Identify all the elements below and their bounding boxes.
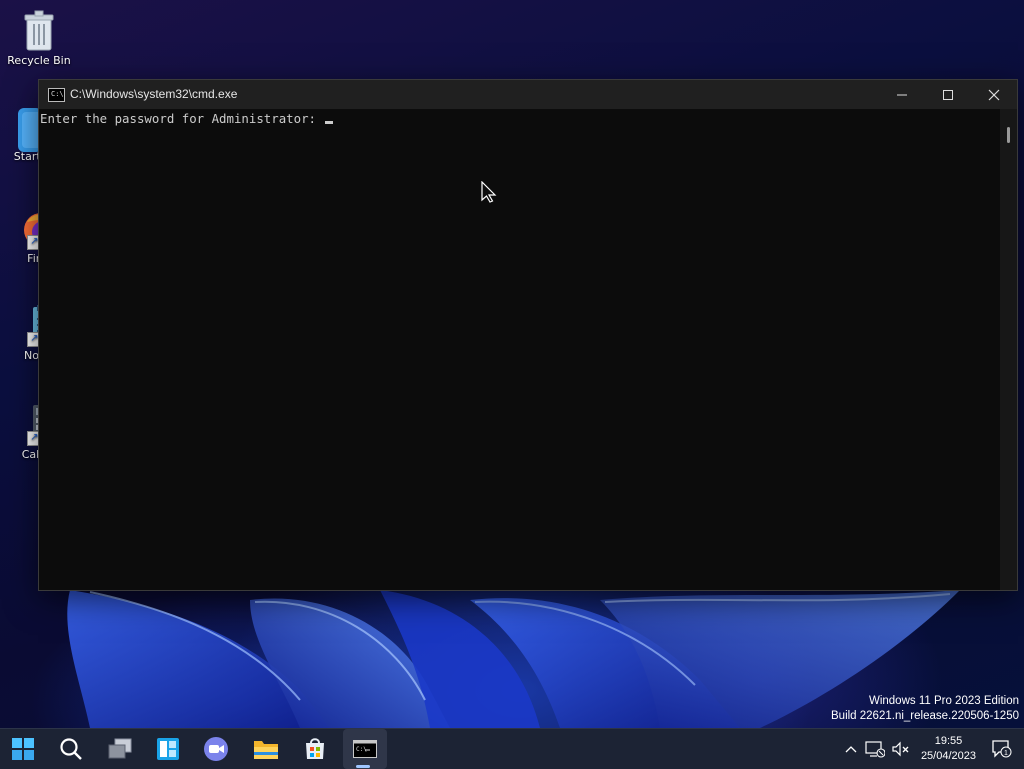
taskbar-cmd-button[interactable]: C:\ (343, 729, 387, 769)
window-titlebar[interactable]: C:\ C:\Windows\system32\cmd.exe (39, 80, 1017, 109)
network-button[interactable] (864, 729, 886, 769)
vertical-scrollbar[interactable] (1000, 109, 1017, 590)
teams-chat-icon (204, 737, 228, 761)
close-button[interactable] (971, 80, 1017, 109)
file-explorer-button[interactable] (246, 729, 286, 769)
search-icon (60, 738, 82, 760)
microsoft-store-button[interactable] (295, 729, 335, 769)
widgets-icon (157, 738, 179, 760)
notifications-button[interactable]: 1 (990, 729, 1014, 769)
teams-chat-button[interactable] (196, 729, 236, 769)
volume-muted-icon (892, 741, 909, 757)
window-title: C:\Windows\system32\cmd.exe (70, 87, 238, 101)
volume-button[interactable] (890, 729, 912, 769)
clock-date: 25/04/2023 (920, 750, 976, 762)
taskbar-clock[interactable]: 19:55 25/04/2023 (921, 734, 976, 764)
svg-text:1: 1 (1004, 750, 1008, 757)
minimize-icon (897, 94, 907, 95)
windows-edition-watermark: Windows 11 Pro 2023 Edition Build 22621.… (831, 694, 1019, 724)
scrollbar-thumb[interactable] (1007, 127, 1010, 143)
clock-time: 19:55 (934, 735, 963, 747)
store-icon (306, 738, 324, 759)
show-hidden-icons-button[interactable] (842, 729, 860, 769)
command-prompt-icon: C:\ (353, 740, 377, 758)
windows-start-icon (12, 738, 34, 760)
console-output[interactable]: Enter the password for Administrator: (40, 111, 334, 126)
text-cursor (325, 121, 334, 124)
desktop-icon-recycle-bin[interactable]: Recycle Bin (1, 10, 77, 67)
search-button[interactable] (51, 729, 91, 769)
maximize-button[interactable] (925, 80, 971, 109)
cmd-app-icon[interactable]: C:\ (48, 88, 65, 102)
folder-icon (254, 741, 278, 759)
widgets-button[interactable] (148, 729, 188, 769)
watermark-build: Build 22621.ni_release.220506-1250 (831, 710, 1019, 722)
cmd-window[interactable]: C:\ C:\Windows\system32\cmd.exe Enter th… (38, 79, 1018, 591)
notification-icon: 1 (992, 740, 1012, 758)
minimize-button[interactable] (879, 80, 925, 109)
close-icon (988, 89, 1000, 100)
maximize-icon (943, 89, 953, 100)
console-prompt: Enter the password for Administrator: (40, 111, 324, 126)
start-button[interactable] (3, 729, 43, 769)
startallback-icon (8, 106, 42, 152)
chevron-up-icon (845, 746, 857, 753)
task-view-button[interactable] (100, 729, 140, 769)
network-icon (865, 741, 885, 758)
recycle-bin-icon (22, 10, 56, 51)
watermark-edition: Windows 11 Pro 2023 Edition (868, 695, 1019, 707)
mouse-pointer-icon (481, 181, 497, 203)
taskbar: C:\ 19:55 25/04/2023 1 (0, 728, 1024, 769)
desktop-icon-label: Recycle Bin (7, 54, 71, 67)
task-view-icon (108, 738, 132, 759)
